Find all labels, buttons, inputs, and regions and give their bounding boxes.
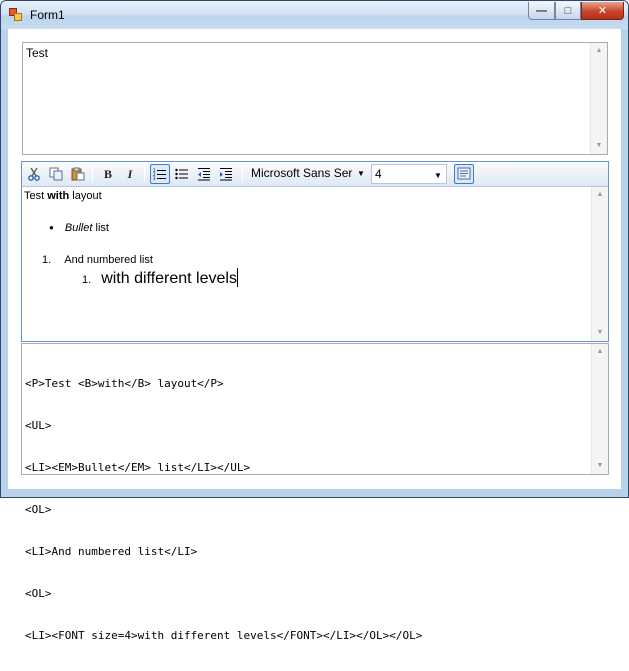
nested-numbered-list-item: 1. with different levels — [82, 268, 238, 288]
increase-indent-icon — [220, 168, 232, 181]
copy-icon — [49, 167, 63, 181]
toolbar-separator — [242, 166, 243, 182]
html-view-icon — [457, 167, 471, 180]
editor-toolbar: B I 1 2 3 Microsoft Sans Ser ▼ 4 ▼ — [22, 162, 608, 187]
html-source-textbox[interactable]: <P>Test <B>with</B> layout</P> <UL> <LI>… — [21, 343, 609, 642]
rich-text-scrollbar[interactable]: ▲ ▼ — [591, 187, 608, 341]
font-size-dropdown[interactable]: 4 ▼ — [371, 164, 447, 184]
bullet-list-item: ● Bullet list — [49, 222, 109, 234]
html-source-scrollbar[interactable]: ▲ ▼ — [591, 344, 608, 474]
scroll-down-icon[interactable]: ▼ — [592, 458, 608, 474]
minimize-icon: — — [536, 4, 547, 17]
numbered-list-item: 1. And numbered list — [42, 254, 153, 266]
text-caret — [236, 268, 238, 287]
maximize-icon: □ — [564, 4, 572, 17]
numbered-list-icon: 1 2 3 — [153, 168, 166, 181]
close-button[interactable]: ✕ — [581, 2, 624, 20]
bullet-text: list — [92, 222, 109, 234]
bullet-marker: ● — [49, 223, 54, 232]
paragraph-text: Test — [24, 190, 48, 202]
top-textbox-value: Test — [26, 46, 49, 60]
paragraph-line: Test with layout — [24, 190, 102, 202]
paste-button[interactable] — [68, 164, 88, 184]
source-line: <LI><EM>Bullet</EM> list</LI></UL> — [25, 461, 251, 474]
toolbar-separator — [144, 166, 145, 182]
paragraph-bold-text: with — [47, 190, 70, 202]
italic-icon: I — [127, 166, 133, 181]
font-family-value: Microsoft Sans Ser — [251, 166, 353, 180]
bullet-em-text: Bullet — [64, 222, 93, 234]
minimize-button[interactable]: — — [528, 2, 555, 20]
italic-button[interactable]: I — [120, 164, 140, 184]
source-line: <P>Test <B>with</B> layout</P> — [25, 377, 224, 390]
increase-indent-button[interactable] — [216, 164, 236, 184]
source-line: <UL> — [25, 419, 52, 432]
paste-icon — [71, 167, 85, 181]
title-bar[interactable]: Form1 — □ ✕ — [1, 1, 628, 29]
html-source-lines: <P>Test <B>with</B> layout</P> <UL> <LI>… — [25, 349, 422, 671]
rich-text-area[interactable]: Test with layout ● Bullet list 1. And nu… — [22, 187, 608, 341]
scroll-down-icon[interactable]: ▼ — [591, 138, 607, 154]
numbered-text: And numbered list — [64, 254, 153, 266]
svg-text:3: 3 — [153, 176, 156, 181]
copy-button[interactable] — [46, 164, 66, 184]
source-line: <OL> — [25, 587, 52, 600]
decrease-indent-icon — [198, 168, 210, 181]
cut-icon — [28, 167, 40, 181]
maximize-button[interactable]: □ — [555, 2, 581, 20]
scroll-up-icon[interactable]: ▲ — [592, 187, 608, 203]
scroll-up-icon[interactable]: ▲ — [592, 344, 608, 360]
source-line: <OL> — [25, 503, 52, 516]
scroll-down-icon[interactable]: ▼ — [592, 325, 608, 341]
numbered-marker: 1. — [42, 254, 52, 266]
bullet-list-icon — [175, 168, 188, 180]
form1-window: Form1 — □ ✕ Test ▲ ▼ B I 1 2 3 Microsoft… — [0, 0, 629, 642]
bold-icon: B — [103, 166, 112, 181]
rich-text-editor: B I 1 2 3 Microsoft Sans Ser ▼ 4 ▼ Test … — [21, 161, 609, 342]
source-line: <LI>And numbered list</LI> — [25, 545, 198, 558]
decrease-indent-button[interactable] — [194, 164, 214, 184]
paragraph-text-end: layout — [69, 190, 102, 202]
bullet-list-button[interactable] — [172, 164, 192, 184]
source-line: <LI><FONT size=4>with different levels</… — [25, 629, 423, 642]
font-size-value: 4 — [375, 167, 382, 181]
html-view-button[interactable] — [454, 164, 474, 184]
toolbar-separator — [92, 166, 93, 182]
cut-button[interactable] — [24, 164, 44, 184]
scroll-up-icon[interactable]: ▲ — [591, 43, 607, 59]
font-family-chevron-down-icon[interactable]: ▼ — [357, 169, 365, 178]
window-title: Form1 — [30, 8, 65, 22]
bold-button[interactable]: B — [98, 164, 118, 184]
client-area: Test ▲ ▼ B I 1 2 3 Microsoft Sans Ser ▼ … — [8, 29, 621, 642]
close-icon: ✕ — [597, 5, 608, 17]
app-icon[interactable] — [9, 8, 23, 22]
font-size-chevron-down-icon[interactable]: ▼ — [434, 171, 442, 180]
font-family-dropdown[interactable]: Microsoft Sans Ser — [248, 164, 368, 184]
top-textbox[interactable]: Test ▲ ▼ — [22, 42, 608, 155]
nested-numbered-marker: 1. — [82, 274, 92, 286]
numbered-list-button[interactable]: 1 2 3 — [150, 164, 170, 184]
top-textbox-scrollbar[interactable]: ▲ ▼ — [590, 43, 607, 154]
nested-numbered-text: with different levels — [101, 270, 237, 287]
